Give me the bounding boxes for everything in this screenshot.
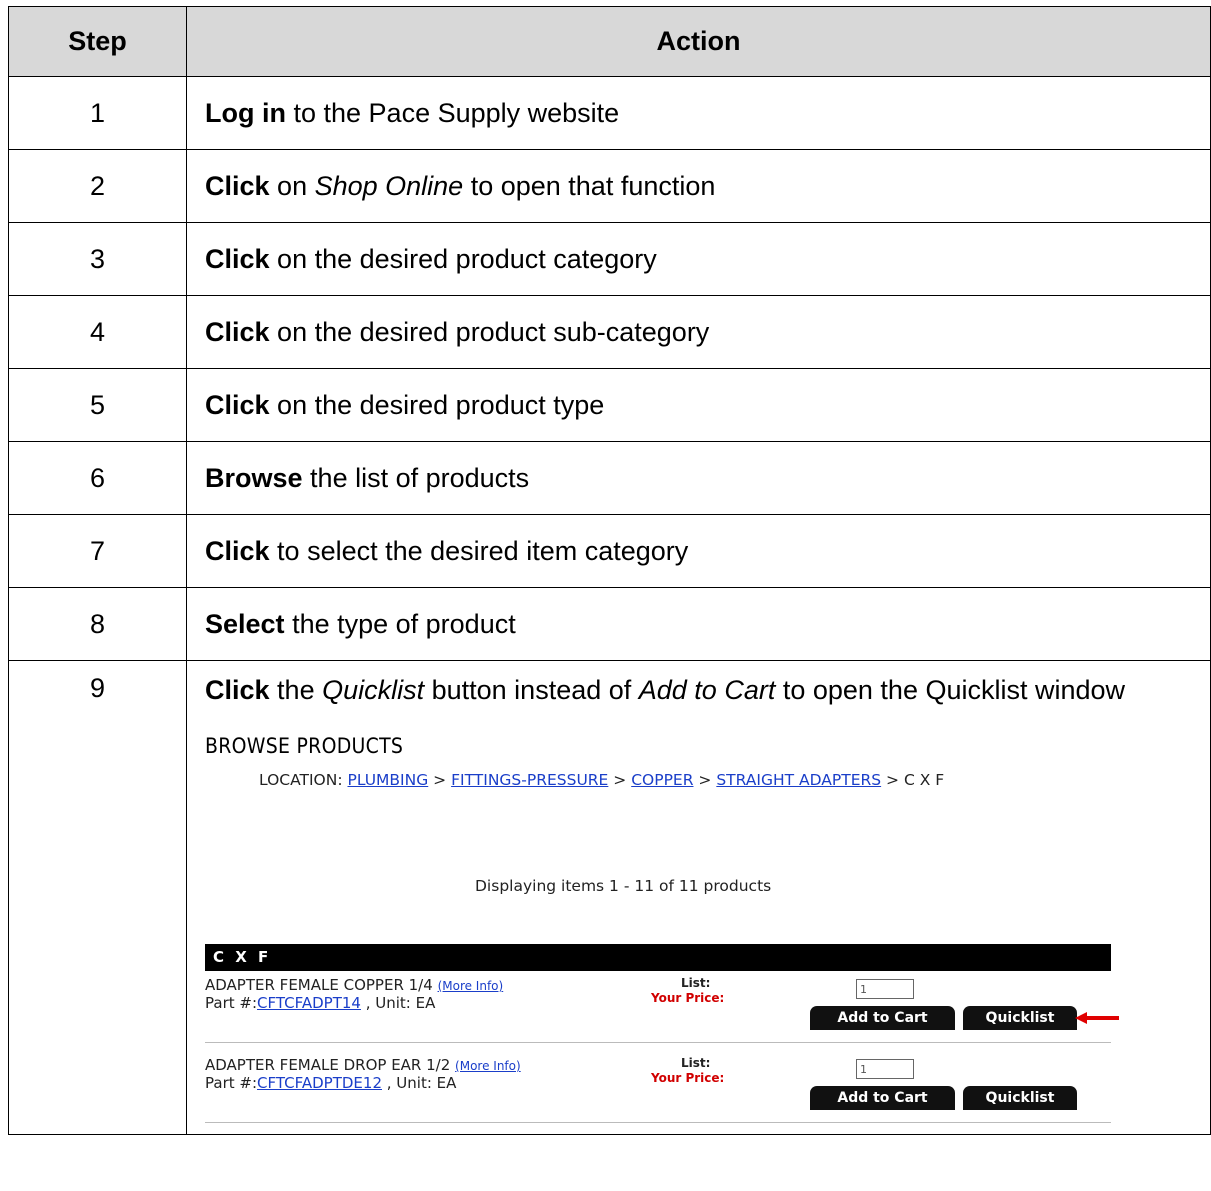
browse-products-screenshot: LOCATION: PLUMBING > FITTINGS-PRESSURE >… — [205, 766, 1123, 1123]
add-to-cart-button[interactable]: Add to Cart — [810, 1086, 955, 1110]
crumb-current: C X F — [903, 771, 945, 789]
product-name: ADAPTER FEMALE COPPER 1/4 — [205, 976, 433, 994]
quantity-input[interactable]: 1 — [856, 1059, 914, 1079]
action-term: Add to Cart — [638, 675, 776, 705]
step-action: Click on the desired product sub-categor… — [186, 295, 1211, 369]
step-action: Click on the desired product category — [186, 222, 1211, 296]
action-verb: Click — [205, 170, 270, 201]
step-action: Log in to the Pace Supply website — [186, 76, 1211, 150]
step-row: 7 Click to select the desired item categ… — [8, 514, 1211, 588]
step-row: 3 Click on the desired product category — [8, 222, 1211, 296]
action-verb: Select — [205, 608, 285, 639]
step-action: Select the type of product — [186, 587, 1211, 661]
your-price-label: Your Price: — [651, 1071, 725, 1085]
action-verb: Log in — [205, 97, 286, 128]
part-line: Part #:CFTCFADPT14 , Unit: EA — [205, 994, 435, 1012]
crumb-separator: > — [693, 771, 717, 789]
action-text: on — [269, 170, 315, 201]
action-verb: Click — [205, 316, 270, 347]
crumb-separator: > — [608, 771, 632, 789]
crumb-plumbing[interactable]: PLUMBING — [348, 771, 429, 789]
part-number-link[interactable]: CFTCFADPT14 — [257, 994, 361, 1012]
action-text: the — [269, 675, 323, 705]
step-row: 2 Click on Shop Online to open that func… — [8, 149, 1211, 223]
action-verb: Click — [205, 535, 270, 566]
crumb-separator: > — [428, 771, 452, 789]
part-line: Part #:CFTCFADPTDE12 , Unit: EA — [205, 1074, 456, 1092]
step-number: 1 — [8, 76, 187, 150]
action-text: on the desired product type — [269, 389, 605, 420]
step-number: 8 — [8, 587, 187, 661]
quicklist-button[interactable]: Quicklist — [963, 1006, 1077, 1030]
results-count: Displaying items 1 - 11 of 11 products — [475, 877, 772, 895]
step-number: 5 — [8, 368, 187, 442]
header-step: Step — [8, 6, 187, 77]
action-text: the type of product — [284, 608, 516, 639]
product-name-line: ADAPTER FEMALE COPPER 1/4 (More Info) — [205, 976, 503, 994]
step-action: Click the Quicklist button instead of Ad… — [186, 660, 1211, 1135]
browse-products-title: BROWSE PRODUCTS — [205, 734, 404, 758]
category-header: C X F — [205, 944, 1111, 971]
action-term: Shop Online — [314, 170, 464, 201]
crumb-copper[interactable]: COPPER — [631, 771, 693, 789]
step-action: Click to select the desired item categor… — [186, 514, 1211, 588]
step-row: 5 Click on the desired product type — [8, 368, 1211, 442]
more-info-link[interactable]: (More Info) — [438, 979, 504, 993]
action-text: to open that function — [463, 170, 716, 201]
product-row: ADAPTER FEMALE COPPER 1/4 (More Info) Pa… — [205, 976, 1119, 1046]
action-verb: Click — [205, 675, 270, 705]
part-label: Part #: — [205, 994, 258, 1012]
add-to-cart-button[interactable]: Add to Cart — [810, 1006, 955, 1030]
step-number: 7 — [8, 514, 187, 588]
list-price-label: List: — [681, 976, 711, 990]
action-text: button instead of — [424, 675, 639, 705]
step-action: Browse the list of products — [186, 441, 1211, 515]
step-row: 4 Click on the desired product sub-categ… — [8, 295, 1211, 369]
step-row: 1 Log in to the Pace Supply website — [8, 76, 1211, 150]
header-action: Action — [186, 6, 1211, 77]
row-divider — [205, 1042, 1111, 1043]
part-number-link[interactable]: CFTCFADPTDE12 — [257, 1074, 382, 1092]
crumb-straight-adapters[interactable]: STRAIGHT ADAPTERS — [716, 771, 881, 789]
step-row: 9 Click the Quicklist button instead of … — [8, 660, 1211, 1135]
action-text: to select the desired item category — [269, 535, 689, 566]
product-name: ADAPTER FEMALE DROP EAR 1/2 — [205, 1056, 451, 1074]
action-term: Quicklist — [322, 675, 425, 705]
step-action: Click on the desired product type — [186, 368, 1211, 442]
step-row: 6 Browse the list of products — [8, 441, 1211, 515]
step-number: 3 — [8, 222, 187, 296]
more-info-link[interactable]: (More Info) — [455, 1059, 521, 1073]
your-price-label: Your Price: — [651, 991, 725, 1005]
step-number: 9 — [8, 660, 187, 1135]
steps-table: Step Action 1 Log in to the Pace Supply … — [8, 6, 1211, 1135]
step-number: 2 — [8, 149, 187, 223]
action-verb: Browse — [205, 462, 303, 493]
red-arrow-icon — [1075, 1012, 1119, 1024]
action-text: on the desired product sub-category — [269, 316, 710, 347]
crumb-separator: > — [881, 771, 904, 789]
action-text: to open the Quicklist window — [775, 675, 1126, 705]
action-verb: Click — [205, 243, 270, 274]
location-label: LOCATION: — [259, 771, 343, 789]
unit-text: , Unit: EA — [360, 994, 436, 1012]
action-verb: Click — [205, 389, 270, 420]
unit-text: , Unit: EA — [382, 1074, 457, 1092]
breadcrumb: LOCATION: PLUMBING > FITTINGS-PRESSURE >… — [259, 771, 944, 789]
part-label: Part #: — [205, 1074, 258, 1092]
quantity-input[interactable]: 1 — [856, 979, 914, 999]
step-number: 4 — [8, 295, 187, 369]
crumb-fittings-pressure[interactable]: FITTINGS-PRESSURE — [451, 771, 608, 789]
action-text: to the Pace Supply website — [285, 97, 620, 128]
action-text: the list of products — [302, 462, 530, 493]
row-divider — [205, 1122, 1111, 1123]
product-name-line: ADAPTER FEMALE DROP EAR 1/2 (More Info) — [205, 1056, 521, 1074]
action-text: on the desired product category — [269, 243, 657, 274]
step-number: 6 — [8, 441, 187, 515]
quicklist-button[interactable]: Quicklist — [963, 1086, 1077, 1110]
step-action: Click on Shop Online to open that functi… — [186, 149, 1211, 223]
step9-text: Click the Quicklist button instead of Ad… — [205, 673, 1198, 707]
list-price-label: List: — [681, 1056, 711, 1070]
step-row: 8 Select the type of product — [8, 587, 1211, 661]
product-row: ADAPTER FEMALE DROP EAR 1/2 (More Info) … — [205, 1056, 1111, 1126]
